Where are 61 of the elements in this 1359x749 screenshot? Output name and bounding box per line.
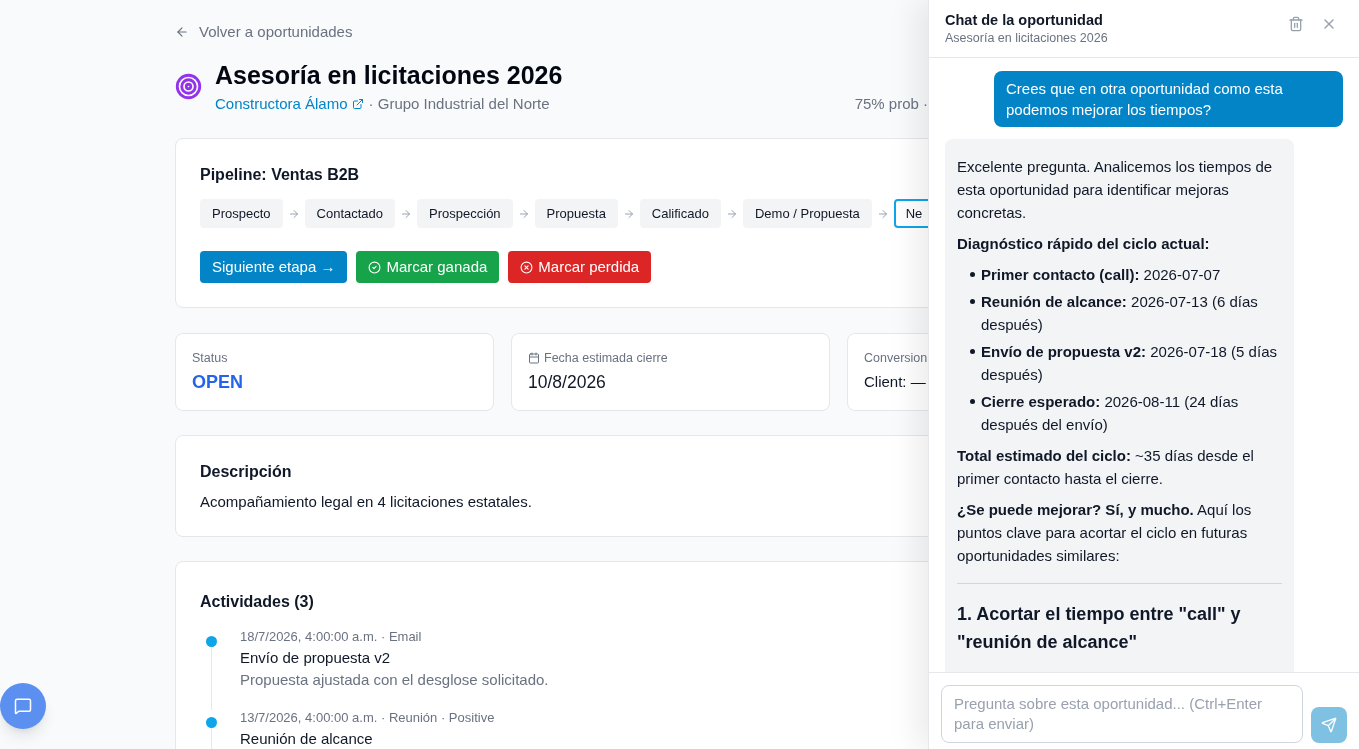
stat-label: Status	[192, 350, 228, 366]
stage-chip[interactable]: Calificado	[639, 199, 721, 228]
message-paragraph: Excelente pregunta. Analicemos los tiempos de esta oportunidad para identificar mejoras concretas.	[957, 157, 1274, 223]
external-link-icon	[351, 98, 364, 110]
bullet-icon	[970, 399, 975, 404]
list-item: Envío de propuesta v2: 2026-07-18 (5 días después)	[981, 342, 1278, 385]
back-link[interactable]: Volver a oportunidades	[175, 22, 353, 42]
stat-label: Fecha estimada cierre	[544, 350, 668, 366]
trash-icon	[1288, 16, 1304, 32]
message-paragraph: Total estimado del ciclo: ~35 días desde el primer contacto hasta el cierre.	[957, 446, 1255, 489]
stage-chip[interactable]: Propuesta	[534, 199, 618, 228]
send-icon	[1321, 717, 1337, 733]
list-item: Primer contacto (call): 2026-07-07	[981, 265, 1221, 285]
stage-chip[interactable]: Prospecto	[200, 199, 283, 228]
arrow-right-icon	[287, 207, 300, 220]
check-circle-icon	[368, 260, 382, 274]
chat-subtitle: Asesoría en licitaciones 2026	[945, 30, 1108, 46]
section-title: Actividades (3)	[200, 592, 315, 612]
arrow-left-icon	[175, 25, 189, 39]
message-heading: 1. Acortar el tiempo entre "call" y "reunión de alcance"	[957, 603, 1242, 654]
arrow-right-icon	[400, 207, 413, 220]
pipeline-title: Pipeline: Ventas B2B	[200, 165, 361, 185]
activity-meta: 13/7/2026, 4:00:00 a.m. · Reunión · Positive	[240, 710, 495, 726]
stat-value: OPEN	[192, 371, 244, 394]
arrow-right-icon	[876, 207, 889, 220]
probability-text: 75% prob ·	[854, 94, 928, 114]
list-item: Cierre esperado: 2026-08-11 (24 días después del envío)	[981, 392, 1240, 435]
arrow-right-icon	[517, 207, 530, 220]
target-icon	[175, 73, 202, 100]
bullet-icon	[970, 272, 975, 277]
stage-chip[interactable]: Demo / Propuesta	[742, 199, 872, 228]
activity-meta: 18/7/2026, 4:00:00 a.m. · Email	[240, 629, 422, 645]
user-message: Crees que en otra oportunidad como esta podemos mejorar los tiempos?	[994, 71, 1343, 127]
mark-lost-button[interactable]: Marcar perdida	[508, 251, 652, 283]
bullet-icon	[970, 299, 975, 304]
stat-label: Conversion	[864, 350, 928, 366]
x-circle-icon	[520, 260, 534, 274]
company-link[interactable]: Constructora Álamo	[215, 94, 364, 114]
activity-title: Reunión de alcance	[240, 729, 373, 749]
group-name: · Grupo Industrial del Norte	[368, 94, 550, 114]
stat-value: 10/8/2026	[528, 371, 607, 394]
stage-chip[interactable]: Ne	[893, 199, 928, 228]
stage-chip[interactable]: Contactado	[304, 199, 396, 228]
calendar-icon	[528, 352, 540, 364]
stage-chip[interactable]: Prospección	[417, 199, 513, 228]
activity-body: Propuesta ajustada con el desglose solicitado.	[240, 670, 549, 690]
message-icon	[14, 697, 32, 715]
list-item: Reunión de alcance: 2026-07-13 (6 días después)	[981, 292, 1259, 335]
input-field[interactable]: Pregunta sobre esta oportunidad... (Ctrl+Enter para enviar)	[941, 685, 1303, 743]
message-paragraph: ¿Se puede mejorar? Sí, y mucho. Aquí los puntos clave para acortar el ciclo en futuras oportunidades similares:	[957, 500, 1253, 566]
chat-title: Chat de la oportunidad	[945, 11, 1104, 30]
section-title: Descripción	[200, 462, 293, 482]
activity-title: Envío de propuesta v2	[240, 648, 391, 668]
stat-value: Client: —	[864, 372, 927, 392]
message-paragraph: Diagnóstico rápido del ciclo actual:	[957, 234, 1211, 254]
arrow-right-icon	[622, 207, 635, 220]
page-title: Asesoría en licitaciones 2026	[215, 60, 563, 91]
description-text: Acompañamiento legal en 4 licitaciones estatales.	[200, 492, 533, 512]
bullet-icon	[970, 349, 975, 354]
arrow-right-icon	[725, 207, 738, 220]
next-stage-button[interactable]: Siguiente etapa →	[200, 251, 348, 283]
